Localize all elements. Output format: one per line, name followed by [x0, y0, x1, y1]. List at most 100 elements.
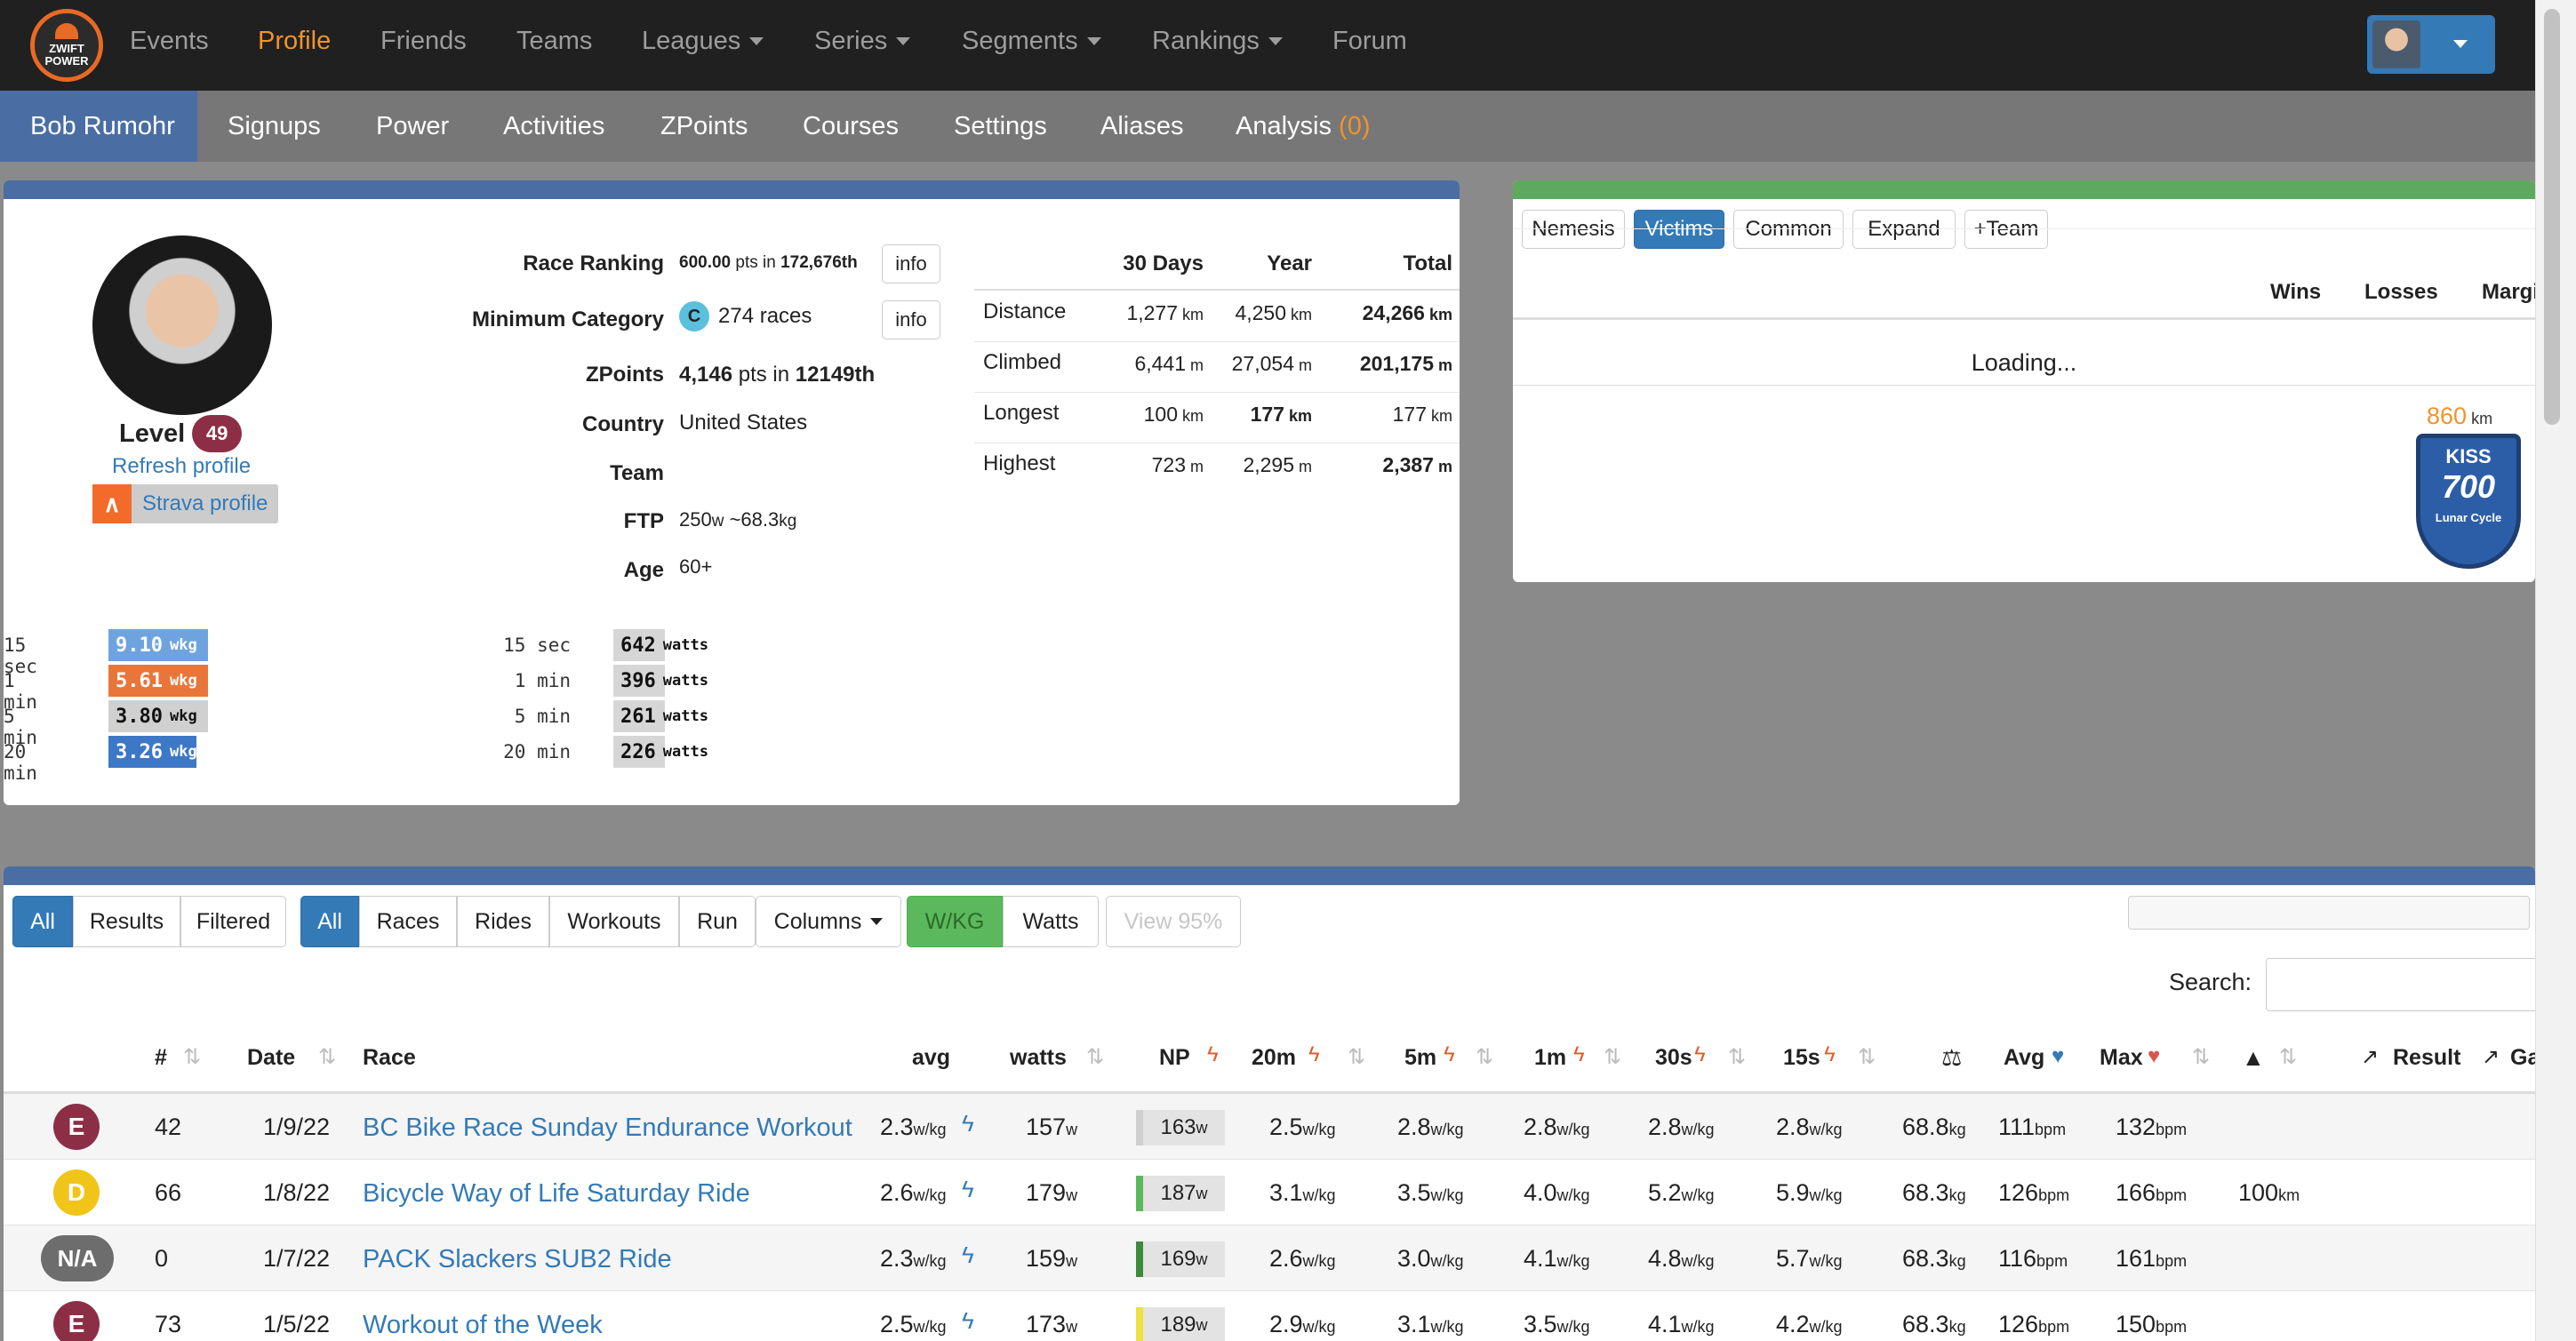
col-header-num[interactable]: # [155, 1045, 167, 1071]
filter-scope-filtered[interactable]: Filtered [180, 896, 286, 947]
nav-item-series[interactable]: Series [814, 27, 911, 56]
race-name-link[interactable]: PACK Slackers SUB2 Ride [363, 1245, 672, 1274]
rivals-tab-victims[interactable]: Victims [1634, 210, 1724, 249]
unit-toggle-w-kg[interactable]: W/KG [907, 896, 1003, 947]
unit-toggle-watts[interactable]: Watts [1003, 896, 1099, 947]
col-header-avg-hr[interactable]: Avg [2004, 1045, 2044, 1071]
stats-value: 1,277 [1126, 301, 1178, 324]
col-header-result[interactable]: Result [2393, 1045, 2460, 1071]
col-header-s30[interactable]: 30s [1655, 1045, 1692, 1071]
min-category-info-button[interactable]: info [882, 300, 940, 339]
rivals-col-wins: Wins [2270, 280, 2322, 304]
subnav-item-activities[interactable]: Activities [503, 112, 604, 141]
stats-unit: km [1178, 407, 1204, 425]
sort-icon[interactable]: ⇅ [318, 1044, 336, 1070]
search-input[interactable] [2266, 958, 2535, 1011]
nav-item-leagues[interactable]: Leagues [642, 27, 764, 56]
sort-icon[interactable]: ⇅ [1086, 1044, 1104, 1070]
rivals-tab-nemesis[interactable]: Nemesis [1522, 210, 1625, 249]
unit: w [1066, 1186, 1078, 1204]
col-header-watts[interactable]: watts [1010, 1045, 1067, 1071]
rivals-tab-common[interactable]: Common [1733, 210, 1844, 249]
filter-type-rides[interactable]: Rides [457, 896, 549, 947]
subnav-item-aliases[interactable]: Aliases [1100, 112, 1184, 141]
sort-icon[interactable]: ⇅ [1348, 1044, 1365, 1070]
result-date: 1/8/22 [263, 1179, 331, 1206]
stats-value: 2,387 [1382, 453, 1434, 476]
chevron-down-icon [870, 918, 884, 925]
sort-icon[interactable]: ⇅ [1858, 1044, 1876, 1070]
sort-icon[interactable]: ⇅ [1728, 1044, 1746, 1070]
filter-type-all[interactable]: All [300, 896, 359, 947]
table-row[interactable]: E 42 1/9/22 BC Bike Race Sunday Endurance W… [4, 1094, 2535, 1160]
nav-item-teams[interactable]: Teams [516, 27, 592, 56]
rivals-tab-expand[interactable]: Expand [1852, 210, 1956, 249]
user-menu-button[interactable] [2367, 15, 2495, 74]
unit: w/kg [913, 1186, 947, 1204]
table-row[interactable]: E 73 1/5/22 Workout of the Week 2.5w/kg ϟ 173w… [4, 1291, 2535, 1341]
subnav-item-signups[interactable]: Signups [228, 112, 321, 141]
value: 5.7 [1776, 1245, 1810, 1272]
col-header-race[interactable]: Race [363, 1045, 416, 1071]
subnav-item-zpoints[interactable]: ZPoints [660, 112, 748, 141]
refresh-profile-link[interactable]: Refresh profile [112, 454, 251, 479]
columns-dropdown[interactable]: Columns [756, 896, 901, 947]
col-header-date[interactable]: Date [247, 1045, 295, 1071]
filter-type-workouts[interactable]: Workouts [549, 896, 679, 947]
subnav-item-power[interactable]: Power [376, 112, 449, 141]
sort-icon[interactable]: ⇅ [1604, 1044, 1621, 1070]
rivals-tab-team[interactable]: +Team [1964, 210, 2048, 249]
filter-scope-all[interactable]: All [12, 896, 73, 947]
result-position: 66 [155, 1179, 182, 1206]
sort-icon[interactable]: ⇅ [2192, 1044, 2210, 1070]
filter-type-run[interactable]: Run [679, 896, 756, 947]
avatar [2372, 20, 2420, 68]
value: 100 [2238, 1179, 2279, 1206]
col-header-ga[interactable]: Ga [2510, 1045, 2535, 1071]
race-ranking-info-button[interactable]: info [882, 244, 940, 283]
stats-cell-highest-year: 2,295 m [1243, 453, 1312, 477]
filter-type-races[interactable]: Races [359, 896, 457, 947]
col-header-avg[interactable]: avg [912, 1045, 950, 1071]
power-1m: 4.1w/kg [1524, 1245, 1590, 1273]
table-row[interactable]: N/A 0 1/7/22 PACK Slackers SUB2 Ride 2.3w/kg… [4, 1225, 2535, 1291]
unit: w/kg [1809, 1186, 1843, 1204]
sort-icon[interactable]: ⇅ [183, 1044, 201, 1070]
col-header-s15[interactable]: 15s [1783, 1045, 1820, 1071]
stats-cell-longest-d30: 100 km [1144, 403, 1204, 427]
value: 4.0 [1524, 1179, 1557, 1206]
view-95-button[interactable]: View 95% [1106, 896, 1241, 947]
subnav-item-courses[interactable]: Courses [803, 112, 899, 141]
sort-icon[interactable]: ⇅ [1476, 1044, 1493, 1070]
result-date: 1/7/22 [263, 1245, 331, 1272]
nav-item-friends[interactable]: Friends [380, 27, 467, 56]
scrollbar-thumb[interactable] [2544, 9, 2560, 425]
sort-icon[interactable]: ⇅ [2279, 1044, 2297, 1070]
subnav-item-settings[interactable]: Settings [954, 112, 1047, 141]
col-header-np[interactable]: NP [1159, 1045, 1190, 1071]
lightning-icon: ϟ [962, 1241, 974, 1268]
nav-item-rankings[interactable]: Rankings [1152, 27, 1283, 56]
col-header-max-hr[interactable]: Max [2100, 1045, 2143, 1071]
subnav-item-bob-rumohr[interactable]: Bob Rumohr [30, 112, 175, 141]
col-header-m5[interactable]: 5m [1404, 1045, 1436, 1071]
col-header-m20[interactable]: 20m [1252, 1045, 1296, 1071]
nav-item-forum[interactable]: Forum [1332, 27, 1407, 56]
nav-item-events[interactable]: Events [130, 27, 209, 56]
subnav-item-label: Power [376, 112, 450, 140]
nav-item-segments[interactable]: Segments [962, 27, 1101, 56]
col-header-m1[interactable]: 1m [1534, 1045, 1566, 1071]
watts-unit: watts [662, 743, 708, 761]
zwiftpower-logo[interactable]: ZWIFT POWER [30, 9, 103, 82]
unit: w/kg [913, 1252, 947, 1270]
subnav-item-analysis[interactable]: Analysis (0) [1236, 112, 1371, 141]
race-name-link[interactable]: BC Bike Race Sunday Endurance Workout [363, 1114, 852, 1143]
wkg-value: 9.10 wkg [116, 629, 197, 661]
race-name-link[interactable]: Workout of the Week [363, 1311, 603, 1340]
nav-item-profile[interactable]: Profile [258, 27, 331, 56]
race-name-link[interactable]: Bicycle Way of Life Saturday Ride [363, 1179, 750, 1209]
stats-value: 177 [1250, 403, 1284, 426]
filter-scope-results[interactable]: Results [73, 896, 180, 947]
strava-profile-button[interactable]: ∧ Strava profile [92, 484, 279, 523]
table-row[interactable]: D 66 1/8/22 Bicycle Way of Life Saturday Ri… [4, 1160, 2535, 1225]
